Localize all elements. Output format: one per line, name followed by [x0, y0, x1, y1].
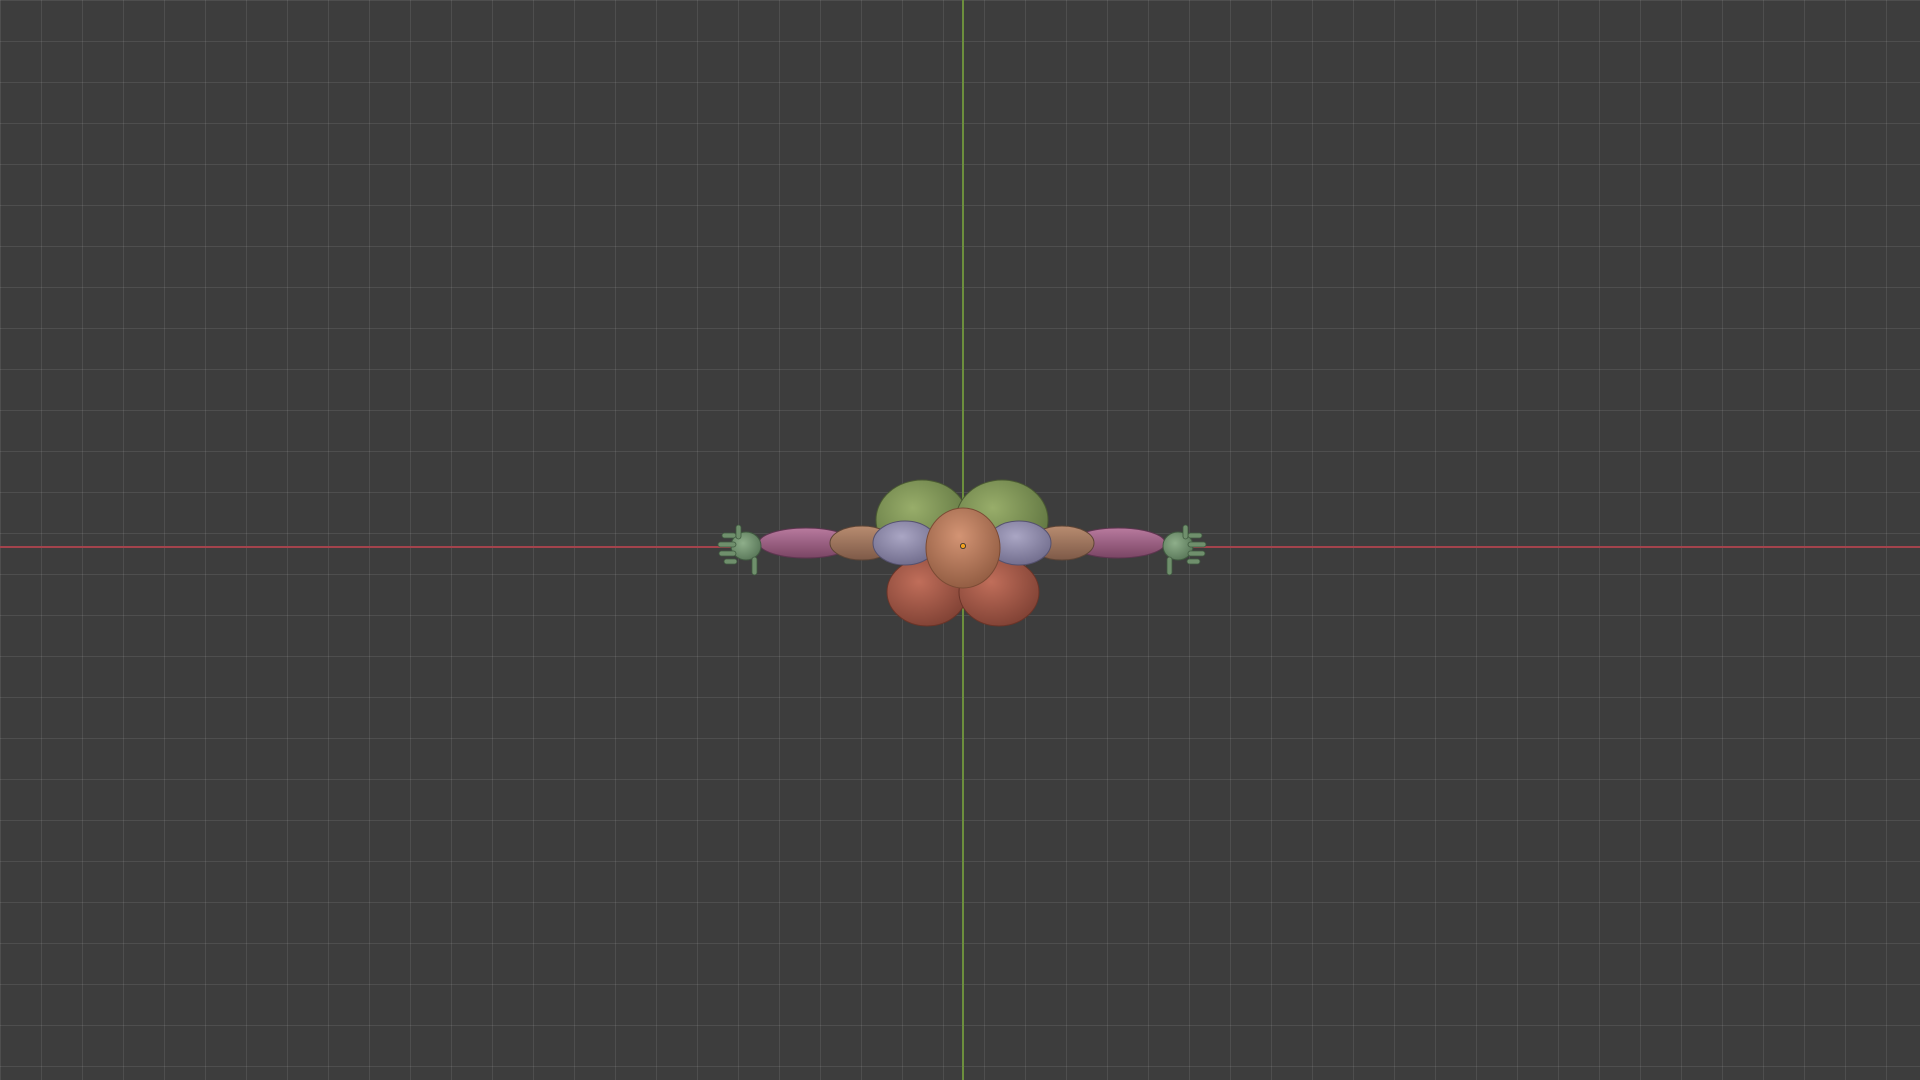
- 3d-viewport[interactable]: [0, 0, 1920, 1080]
- right-hand: [1162, 524, 1207, 576]
- mannequin-model[interactable]: [0, 0, 1920, 1080]
- left-hand: [717, 524, 762, 576]
- object-origin-marker: [960, 543, 967, 550]
